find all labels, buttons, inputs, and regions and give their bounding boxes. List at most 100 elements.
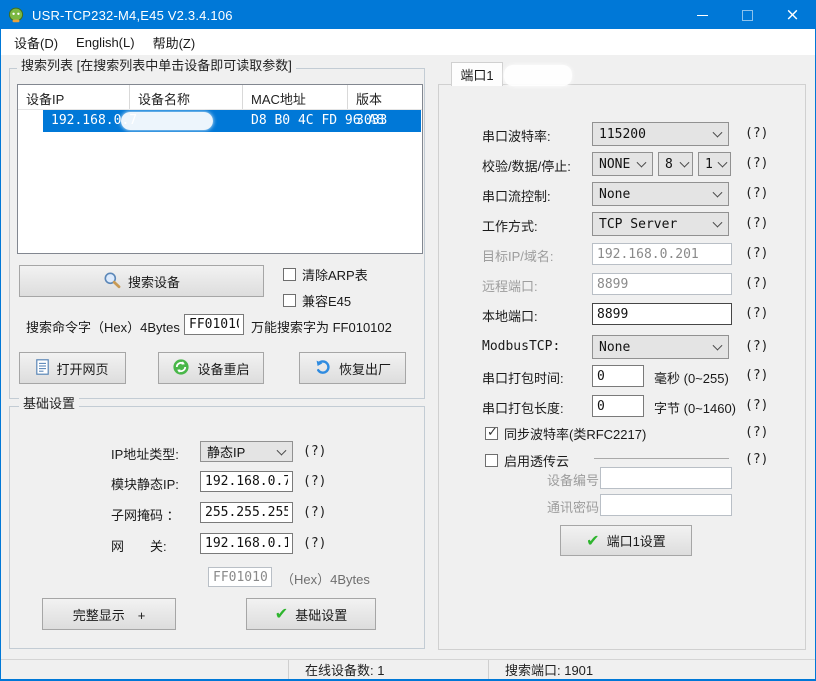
- packtime-input[interactable]: [592, 365, 644, 387]
- port1-apply-button[interactable]: ✔ 端口1设置: [560, 525, 692, 556]
- device-id-input: [600, 467, 732, 489]
- modbus-help: (?): [745, 339, 768, 354]
- chevron-down-icon: [713, 218, 723, 228]
- compat-e45-checkbox[interactable]: [283, 294, 296, 307]
- cloud-checkbox[interactable]: [485, 454, 498, 467]
- col-device-ip[interactable]: 设备IP: [18, 85, 130, 109]
- local-port-label: 本地端口:: [482, 306, 538, 325]
- cloud-help: (?): [745, 452, 768, 467]
- statusbar-segment-empty: [1, 660, 289, 679]
- universal-cmd-hint: 万能搜索字为 FF010102: [251, 317, 392, 336]
- subnet-mask-help: (?): [303, 505, 326, 520]
- menu-english[interactable]: English(L): [67, 31, 144, 53]
- factory-reset-button[interactable]: 恢复出厂: [299, 352, 406, 384]
- packlen-unit: 字节 (0~1460): [654, 398, 736, 417]
- databits-select[interactable]: 8: [658, 152, 693, 176]
- local-port-input[interactable]: [592, 303, 732, 325]
- parity-select[interactable]: NONE: [592, 152, 653, 176]
- sync-baud-checkbox[interactable]: [485, 427, 498, 440]
- flow-select[interactable]: None: [592, 182, 729, 206]
- compat-e45-checkbox-row[interactable]: 兼容E45: [283, 291, 351, 310]
- chevron-down-icon: [277, 445, 287, 455]
- device-row-selected[interactable]: 192.168.0.7 D8 B0 4C FD 96 A8 3033: [43, 110, 421, 132]
- workmode-help: (?): [745, 216, 768, 231]
- open-webpage-button[interactable]: 打开网页: [19, 352, 126, 384]
- ip-type-label: IP地址类型:: [111, 444, 179, 463]
- search-devices-button[interactable]: 搜索设备: [19, 265, 264, 297]
- search-cmd-input[interactable]: [184, 314, 244, 335]
- menu-help[interactable]: 帮助(Z): [144, 31, 205, 53]
- check-icon: ✔: [275, 606, 288, 622]
- target-ip-input: [592, 243, 732, 265]
- hex-cmd-display: [208, 567, 272, 587]
- device-list[interactable]: 设备IP 设备名称 MAC地址 版本 192.168.0.7 D8 B0 4C …: [17, 84, 423, 254]
- minimize-button[interactable]: [680, 1, 725, 29]
- clear-arp-checkbox[interactable]: [283, 268, 296, 281]
- flow-help: (?): [745, 186, 768, 201]
- restart-icon: [172, 358, 190, 379]
- device-restart-button[interactable]: 设备重启: [158, 352, 264, 384]
- full-display-button[interactable]: 完整显示 +: [42, 598, 176, 630]
- workmode-label: 工作方式:: [482, 216, 538, 235]
- static-ip-input[interactable]: [200, 471, 293, 492]
- chevron-down-icon: [637, 158, 647, 168]
- device-id-label: 设备编号: [547, 470, 599, 489]
- port1-page: 串口波特率: 115200 (?) 校验/数据/停止: NONE 8 1: [438, 84, 806, 650]
- static-ip-help: (?): [303, 474, 326, 489]
- device-list-header: 设备IP 设备名称 MAC地址 版本: [18, 85, 422, 110]
- baud-select[interactable]: 115200: [592, 122, 729, 146]
- statusbar: 在线设备数: 1 搜索端口: 1901: [1, 659, 815, 679]
- packlen-input[interactable]: [592, 395, 644, 417]
- cloud-divider: [594, 458, 729, 459]
- window-title: USR-TCP232-M4,E45 V2.3.4.106: [32, 8, 233, 23]
- packlen-label: 串口打包长度:: [482, 398, 564, 417]
- col-mac[interactable]: MAC地址: [243, 85, 348, 109]
- chevron-down-icon: [713, 341, 723, 351]
- close-button[interactable]: ×: [770, 1, 815, 29]
- remote-port-input: [592, 273, 732, 295]
- target-ip-help: (?): [745, 246, 768, 261]
- col-version[interactable]: 版本: [348, 85, 418, 109]
- remote-port-label: 远程端口:: [482, 276, 538, 295]
- check-icon: ✔: [586, 533, 599, 549]
- gateway-help: (?): [303, 536, 326, 551]
- packtime-label: 串口打包时间:: [482, 368, 564, 387]
- tab-port1[interactable]: 端口1: [451, 62, 503, 86]
- search-cmd-label: 搜索命令字（Hex）4Bytes: [26, 317, 180, 336]
- sync-baud-help: (?): [745, 425, 768, 440]
- baud-label: 串口波特率:: [482, 126, 551, 145]
- comm-password-input: [600, 494, 732, 516]
- main-area: 搜索列表 [在搜索列表中单击设备即可读取参数] 设备IP 设备名称 MAC地址 …: [1, 56, 815, 659]
- device-name-redaction: [121, 112, 213, 130]
- modbus-select[interactable]: None: [592, 335, 729, 359]
- menubar: 设备(D) English(L) 帮助(Z): [1, 29, 815, 56]
- gateway-label: 网 关:: [111, 536, 167, 555]
- chevron-down-icon: [713, 188, 723, 198]
- workmode-select[interactable]: TCP Server: [592, 212, 729, 236]
- gateway-input[interactable]: [200, 533, 293, 554]
- menu-device[interactable]: 设备(D): [5, 31, 67, 53]
- subnet-mask-label: 子网掩码 ：: [111, 505, 180, 524]
- ip-type-help: (?): [303, 444, 326, 459]
- hex-cmd-suffix: （Hex）4Bytes: [281, 569, 370, 588]
- col-device-name[interactable]: 设备名称: [130, 85, 243, 109]
- maximize-button[interactable]: [725, 1, 770, 29]
- maximize-icon: [742, 10, 753, 21]
- minimize-icon: [697, 15, 708, 16]
- device-version: 3033: [356, 113, 387, 128]
- clear-arp-checkbox-row[interactable]: 清除ARP表: [283, 265, 368, 284]
- packtime-help: (?): [745, 368, 768, 383]
- online-device-count: 在线设备数: 1: [289, 660, 489, 679]
- factory-reset-icon: [314, 358, 332, 379]
- sync-baud-checkbox-row[interactable]: 同步波特率(类RFC2217): [485, 424, 646, 443]
- baud-help: (?): [745, 126, 768, 141]
- cloud-checkbox-row[interactable]: 启用透传云: [485, 451, 569, 470]
- subnet-mask-input[interactable]: [200, 502, 293, 523]
- stopbits-select[interactable]: 1: [698, 152, 731, 176]
- local-port-help: (?): [745, 306, 768, 321]
- ip-type-select[interactable]: 静态IP: [200, 441, 293, 462]
- basic-apply-button[interactable]: ✔ 基础设置: [246, 598, 376, 630]
- port1-panel: 端口1 串口波特率: 115200 (?) 校验/数据/停止: NONE 8: [438, 62, 806, 650]
- chevron-down-icon: [713, 128, 723, 138]
- tab-redaction: [504, 65, 572, 86]
